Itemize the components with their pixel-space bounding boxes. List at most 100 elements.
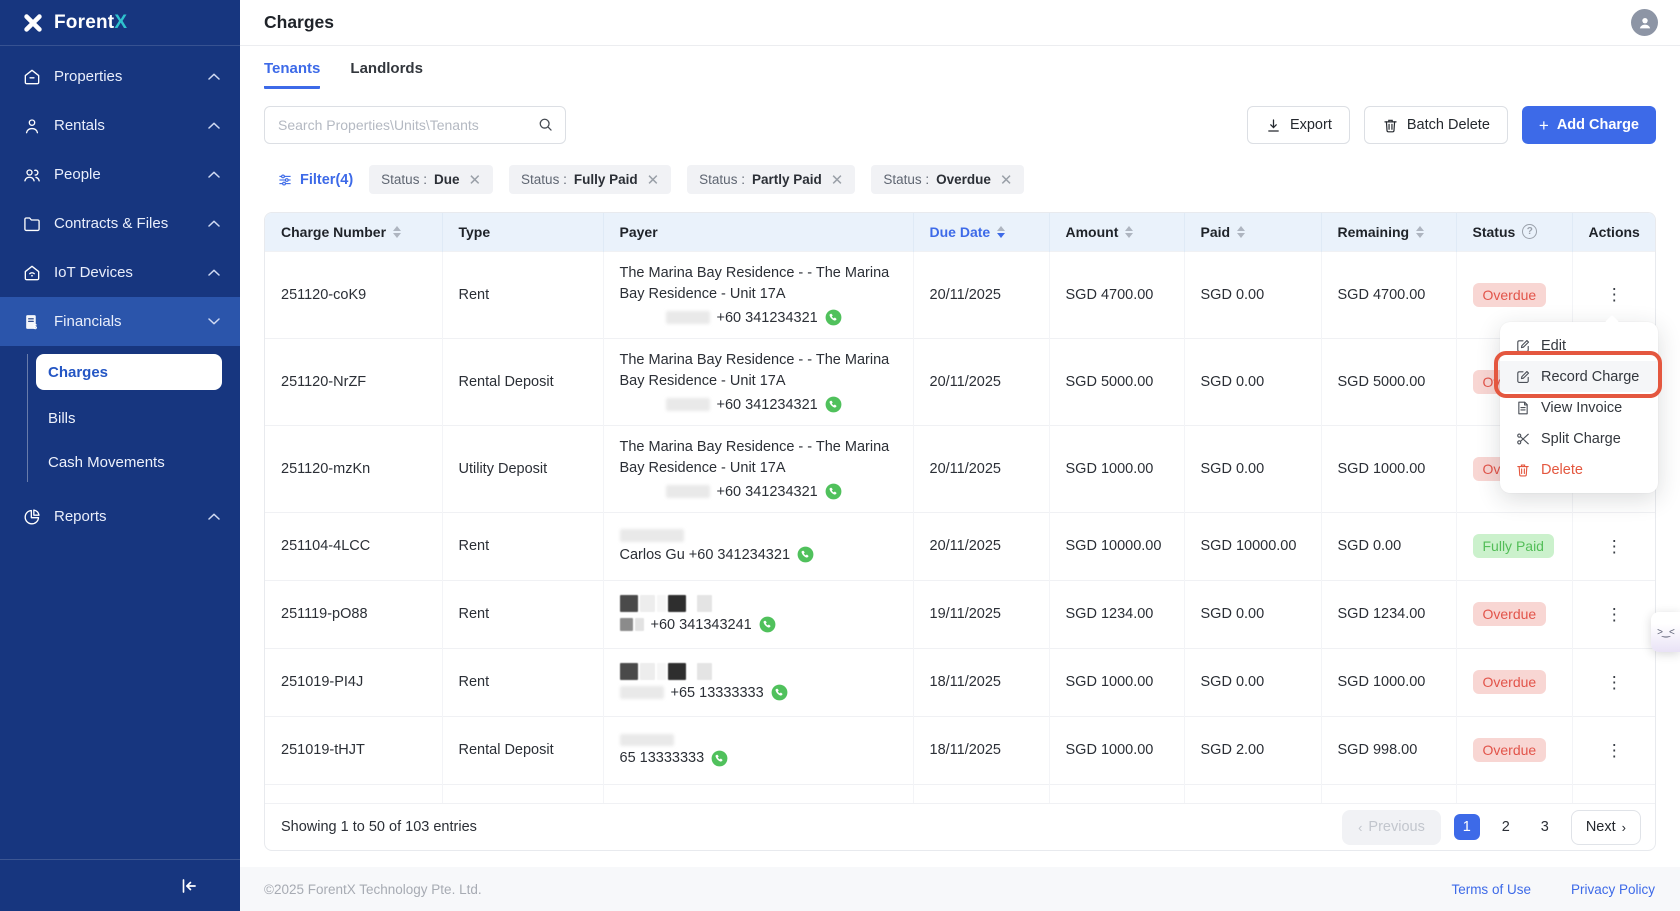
remove-chip-icon[interactable]: ✕	[831, 171, 844, 189]
cell-paid: SGD 0.00	[1184, 251, 1321, 338]
search-field	[264, 106, 566, 144]
redacted-name	[620, 663, 905, 680]
add-charge-button[interactable]: + Add Charge	[1522, 106, 1656, 144]
chevron-left-icon: ‹	[1358, 820, 1362, 835]
sidebar-item-rentals[interactable]: Rentals	[0, 101, 240, 150]
redacted-name	[666, 311, 710, 324]
chevron-right-icon: ›	[1622, 820, 1626, 835]
menu-item-view-invoice[interactable]: View Invoice	[1500, 392, 1658, 423]
row-actions-button[interactable]: ⋮	[1596, 668, 1633, 697]
batch-delete-label: Batch Delete	[1407, 117, 1490, 133]
trash-icon	[1515, 462, 1531, 478]
column-status: Status?	[1456, 213, 1572, 251]
payer-property: The Marina Bay Residence - - The Marina …	[620, 437, 905, 479]
search-icon[interactable]	[537, 116, 554, 133]
sidebar-item-contracts-files[interactable]: Contracts & Files	[0, 199, 240, 248]
table-row: 251019-PI4J Rent +65 13333333 18/11/2025…	[265, 648, 1656, 716]
remove-chip-icon[interactable]: ✕	[1000, 171, 1013, 189]
batch-delete-button[interactable]: Batch Delete	[1364, 106, 1508, 144]
cell-charge-number: 251019-tHJT	[265, 716, 442, 784]
table-row: 251120-NrZF Rental Deposit The Marina Ba…	[265, 338, 1656, 425]
tab-tenants[interactable]: Tenants	[264, 60, 320, 89]
chevron-down-icon	[208, 318, 220, 326]
whatsapp-icon[interactable]	[825, 396, 842, 413]
help-icon[interactable]: ?	[1522, 224, 1537, 239]
table-row: 251120-coK9 Rent The Marina Bay Residenc…	[265, 251, 1656, 338]
redacted-name	[620, 595, 905, 612]
cell-charge-number: 251019-PI4J	[265, 648, 442, 716]
cell-paid: SGD 0.00	[1184, 338, 1321, 425]
copyright-text: ©2025 ForentX Technology Pte. Ltd.	[264, 882, 1451, 897]
sidebar-item-reports[interactable]: Reports	[0, 492, 240, 541]
column-charge-number[interactable]: Charge Number	[265, 213, 442, 251]
table-row: 251120-mzKn Utility Deposit The Marina B…	[265, 425, 1656, 512]
home-icon	[22, 67, 42, 87]
cell-status: Fully Paid	[1456, 512, 1572, 580]
sidebar-subitem-cash-movements[interactable]: Cash Movements	[0, 440, 240, 484]
brand-name: ForentX	[54, 12, 127, 34]
cell-amount: SGD 1234.00	[1049, 580, 1184, 648]
sidebar-item-financials[interactable]: $ Financials	[0, 297, 240, 346]
whatsapp-icon[interactable]	[711, 750, 728, 767]
user-avatar[interactable]	[1631, 9, 1658, 36]
sort-icon[interactable]	[393, 226, 401, 239]
sidebar-item-iot-devices[interactable]: IoT Devices	[0, 248, 240, 297]
sort-icon[interactable]	[1416, 226, 1424, 239]
assistant-widget[interactable]: >‿<	[1651, 612, 1680, 652]
search-input[interactable]	[264, 106, 566, 144]
cell-type: Rent	[442, 580, 603, 648]
whatsapp-icon[interactable]	[825, 309, 842, 326]
sidebar-subitem-bills[interactable]: Bills	[0, 396, 240, 440]
whatsapp-icon[interactable]	[759, 616, 776, 633]
brand-logo[interactable]: ForentX	[0, 0, 240, 46]
whatsapp-icon[interactable]	[771, 684, 788, 701]
page-button-2[interactable]: 2	[1493, 814, 1519, 840]
charges-table: Charge NumberTypePayerDue DateAmountPaid…	[265, 213, 1656, 803]
menu-item-delete[interactable]: Delete	[1500, 454, 1658, 485]
topbar: Charges	[240, 0, 1680, 46]
sort-icon[interactable]	[1125, 226, 1133, 239]
remove-chip-icon[interactable]: ✕	[468, 171, 481, 189]
payer-phone: +65 13333333	[671, 685, 764, 701]
sidebar-subitem-charges[interactable]: Charges	[36, 354, 222, 390]
footer-link-terms-of-use[interactable]: Terms of Use	[1451, 882, 1531, 897]
tab-landlords[interactable]: Landlords	[350, 60, 423, 89]
row-actions-button[interactable]: ⋮	[1596, 280, 1633, 309]
payer-phone: 65 13333333	[620, 750, 705, 766]
export-button[interactable]: Export	[1247, 106, 1350, 144]
column-due-date[interactable]: Due Date	[913, 213, 1049, 251]
row-actions-button[interactable]: ⋮	[1596, 736, 1633, 765]
next-page-button[interactable]: Next ›	[1571, 810, 1641, 845]
menu-item-record-charge[interactable]: Record Charge	[1500, 361, 1658, 392]
folder-icon	[22, 214, 42, 234]
cell-due-date: 20/11/2025	[913, 251, 1049, 338]
whatsapp-icon[interactable]	[825, 483, 842, 500]
cell-type: Rental Deposit	[442, 716, 603, 784]
sidebar-item-properties[interactable]: Properties	[0, 52, 240, 101]
split-icon	[1515, 431, 1531, 447]
menu-item-label: Record Charge	[1541, 369, 1639, 385]
iot-icon	[22, 263, 42, 283]
menu-item-split-charge[interactable]: Split Charge	[1500, 423, 1658, 454]
row-actions-button[interactable]: ⋮	[1596, 600, 1633, 629]
column-amount[interactable]: Amount	[1049, 213, 1184, 251]
forentx-logo-icon	[22, 12, 44, 34]
page-button-3[interactable]: 3	[1532, 814, 1558, 840]
previous-page-button[interactable]: ‹ Previous	[1342, 810, 1441, 845]
sidebar-item-people[interactable]: People	[0, 150, 240, 199]
whatsapp-icon[interactable]	[797, 546, 814, 563]
row-actions-button[interactable]: ⋮	[1596, 532, 1633, 561]
menu-item-edit[interactable]: Edit	[1500, 330, 1658, 361]
sort-icon[interactable]	[1237, 226, 1245, 239]
people-icon	[22, 165, 42, 185]
page-button-1[interactable]: 1	[1454, 814, 1480, 840]
collapse-sidebar-icon[interactable]	[178, 875, 200, 897]
sort-icon[interactable]	[997, 226, 1005, 239]
sidebar-submenu: Charges BillsCash Movements	[0, 346, 240, 492]
column-remaining[interactable]: Remaining	[1321, 213, 1456, 251]
filter-button[interactable]: Filter(4)	[264, 172, 353, 188]
cell-remaining: SGD 1000.00	[1321, 425, 1456, 512]
remove-chip-icon[interactable]: ✕	[647, 171, 660, 189]
footer-link-privacy-policy[interactable]: Privacy Policy	[1571, 882, 1655, 897]
column-paid[interactable]: Paid	[1184, 213, 1321, 251]
